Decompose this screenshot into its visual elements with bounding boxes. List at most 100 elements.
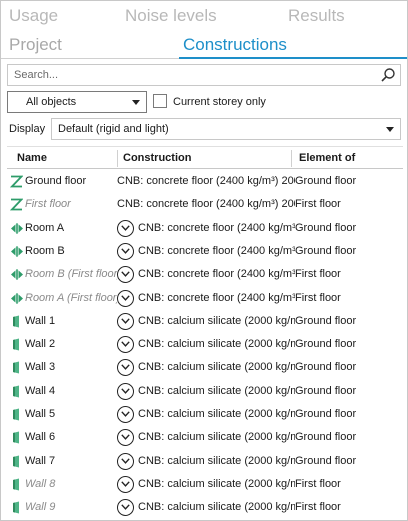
chevron-down-icon[interactable] bbox=[117, 219, 134, 237]
row-construction: CNB: calcium silicate (2000 kg/m bbox=[138, 408, 295, 420]
chevron-down-icon[interactable] bbox=[117, 429, 134, 447]
row-construction: CNB: concrete floor (2400 kg/m³ bbox=[138, 221, 295, 234]
row-name: Wall 2 bbox=[25, 338, 56, 351]
tab-bar-top: Usage Noise levels Results bbox=[1, 1, 407, 31]
wall-icon bbox=[10, 361, 23, 374]
row-element-of: First floor bbox=[295, 198, 341, 211]
row-element-of: Ground floor bbox=[295, 361, 357, 374]
wall-icon bbox=[10, 478, 23, 491]
row-name: Room A bbox=[25, 221, 65, 234]
chevron-down-icon[interactable] bbox=[117, 359, 134, 377]
search-input[interactable] bbox=[14, 68, 374, 82]
column-header-construction[interactable]: Construction bbox=[123, 152, 191, 164]
table-row[interactable]: Wall 4 CNB: calcium silicate (2000 kg/m Gr… bbox=[7, 380, 403, 404]
chevron-down-icon[interactable] bbox=[117, 266, 134, 284]
chevron-down-icon bbox=[386, 127, 394, 132]
row-name: Wall 6 bbox=[25, 431, 56, 444]
tab-results[interactable]: Results bbox=[288, 6, 345, 26]
object-filter-dropdown[interactable]: All objects bbox=[7, 91, 147, 113]
room-icon bbox=[10, 292, 23, 305]
column-separator[interactable] bbox=[291, 150, 292, 167]
search-icon[interactable] bbox=[380, 67, 396, 83]
active-tab-indicator bbox=[179, 57, 407, 59]
row-name: Wall 9 bbox=[25, 501, 56, 514]
current-storey-checkbox[interactable] bbox=[153, 94, 167, 108]
tab-project[interactable]: Project bbox=[9, 35, 62, 55]
chevron-down-icon[interactable] bbox=[117, 452, 134, 470]
table-row[interactable]: Wall 7 CNB: calcium silicate (2000 kg/m Gr… bbox=[7, 450, 403, 474]
row-name: Room B (First floor) bbox=[25, 268, 117, 281]
row-name: Room A (First floor) bbox=[25, 291, 117, 304]
column-header-element-of[interactable]: Element of bbox=[299, 152, 355, 164]
row-construction: CNB: calcium silicate (2000 kg/m bbox=[138, 477, 295, 490]
row-element-of: Ground floor bbox=[295, 408, 357, 420]
wall-icon bbox=[10, 338, 23, 351]
floor-icon bbox=[9, 198, 24, 211]
chevron-down-icon[interactable] bbox=[117, 336, 134, 354]
row-element-of: First floor bbox=[295, 268, 341, 281]
row-construction: CNB: concrete floor (2400 kg/m³) 200 bbox=[117, 175, 295, 187]
row-construction: CNB: concrete floor (2400 kg/m³) 200 bbox=[117, 198, 295, 211]
table-row[interactable]: Wall 3 CNB: calcium silicate (2000 kg/m Gr… bbox=[7, 356, 403, 380]
chevron-down-icon[interactable] bbox=[117, 242, 134, 260]
room-icon bbox=[10, 245, 23, 258]
room-icon bbox=[10, 222, 23, 235]
row-name: First floor bbox=[25, 198, 71, 211]
table-row[interactable]: Room B (First floor) CNB: concrete floor … bbox=[7, 263, 403, 287]
table-row[interactable]: First floor CNB: concrete floor (2400 kg/… bbox=[7, 193, 403, 217]
row-element-of: Ground floor bbox=[295, 338, 357, 351]
table-row[interactable]: Ground floor CNB: concrete floor (2400 kg… bbox=[7, 170, 403, 194]
search-box bbox=[7, 64, 401, 86]
table-row[interactable]: Wall 2 CNB: calcium silicate (2000 kg/m Gr… bbox=[7, 333, 403, 357]
row-construction: CNB: calcium silicate (2000 kg/m bbox=[138, 454, 295, 467]
column-header-name[interactable]: Name bbox=[17, 152, 47, 164]
wall-icon bbox=[10, 315, 23, 328]
chevron-down-icon[interactable] bbox=[117, 289, 134, 307]
constructions-table: Name Construction Element of Ground floo… bbox=[7, 146, 403, 520]
constructions-panel: Usage Noise levels Results Project Const… bbox=[0, 0, 408, 521]
row-element-of: Ground floor bbox=[295, 314, 357, 327]
table-row[interactable]: Wall 9 CNB: calcium silicate (2000 kg/m Fi… bbox=[7, 496, 403, 520]
row-element-of: Ground floor bbox=[295, 384, 357, 397]
row-name: Wall 4 bbox=[25, 384, 56, 397]
row-construction: CNB: calcium silicate (2000 kg/m bbox=[138, 431, 295, 444]
row-construction: CNB: calcium silicate (2000 kg/m bbox=[138, 361, 295, 374]
current-storey-label: Current storey only bbox=[173, 96, 266, 108]
row-construction: CNB: calcium silicate (2000 kg/m bbox=[138, 384, 295, 397]
row-element-of: First floor bbox=[295, 501, 341, 514]
display-dropdown[interactable]: Default (rigid and light) bbox=[51, 118, 401, 140]
wall-icon bbox=[10, 431, 23, 444]
tab-noise-levels[interactable]: Noise levels bbox=[125, 6, 217, 26]
chevron-down-icon[interactable] bbox=[117, 382, 134, 400]
table-row[interactable]: Wall 8 CNB: calcium silicate (2000 kg/m Fi… bbox=[7, 473, 403, 497]
table-row[interactable]: Wall 5 CNB: calcium silicate (2000 kg/m Gr… bbox=[7, 403, 403, 427]
row-name: Wall 1 bbox=[25, 314, 56, 327]
table-row[interactable]: Room A CNB: concrete floor (2400 kg/m³ Gro… bbox=[7, 217, 403, 241]
table-row[interactable]: Room B CNB: concrete floor (2400 kg/m³ Gro… bbox=[7, 240, 403, 264]
row-construction: CNB: calcium silicate (2000 kg/m bbox=[138, 314, 295, 327]
row-name: Wall 7 bbox=[25, 454, 56, 467]
chevron-down-icon[interactable] bbox=[117, 475, 134, 493]
row-name: Ground floor bbox=[25, 175, 87, 187]
table-row[interactable]: Wall 6 CNB: calcium silicate (2000 kg/m Gr… bbox=[7, 426, 403, 450]
row-construction: CNB: concrete floor (2400 kg/m³ bbox=[138, 244, 295, 257]
chevron-down-icon bbox=[132, 100, 140, 105]
column-separator[interactable] bbox=[117, 150, 118, 167]
display-label: Display bbox=[9, 123, 46, 135]
row-construction: CNB: concrete floor (2400 kg/m³ bbox=[138, 291, 295, 304]
table-row[interactable]: Wall 1 CNB: calcium silicate (2000 kg/m Gr… bbox=[7, 310, 403, 334]
table-row[interactable]: Room A (First floor) CNB: concrete floor … bbox=[7, 287, 403, 311]
row-construction: CNB: calcium silicate (2000 kg/m bbox=[138, 338, 295, 351]
wall-icon bbox=[10, 455, 23, 468]
row-element-of: Ground floor bbox=[295, 244, 357, 257]
tab-constructions[interactable]: Constructions bbox=[183, 35, 287, 55]
row-name: Wall 8 bbox=[25, 477, 56, 490]
chevron-down-icon[interactable] bbox=[117, 312, 134, 330]
tab-usage[interactable]: Usage bbox=[9, 6, 58, 26]
room-icon bbox=[10, 268, 23, 281]
row-name: Wall 3 bbox=[25, 361, 56, 374]
chevron-down-icon[interactable] bbox=[117, 499, 134, 517]
row-element-of: Ground floor bbox=[295, 454, 357, 467]
row-construction: CNB: calcium silicate (2000 kg/m bbox=[138, 501, 295, 514]
chevron-down-icon[interactable] bbox=[117, 406, 134, 423]
